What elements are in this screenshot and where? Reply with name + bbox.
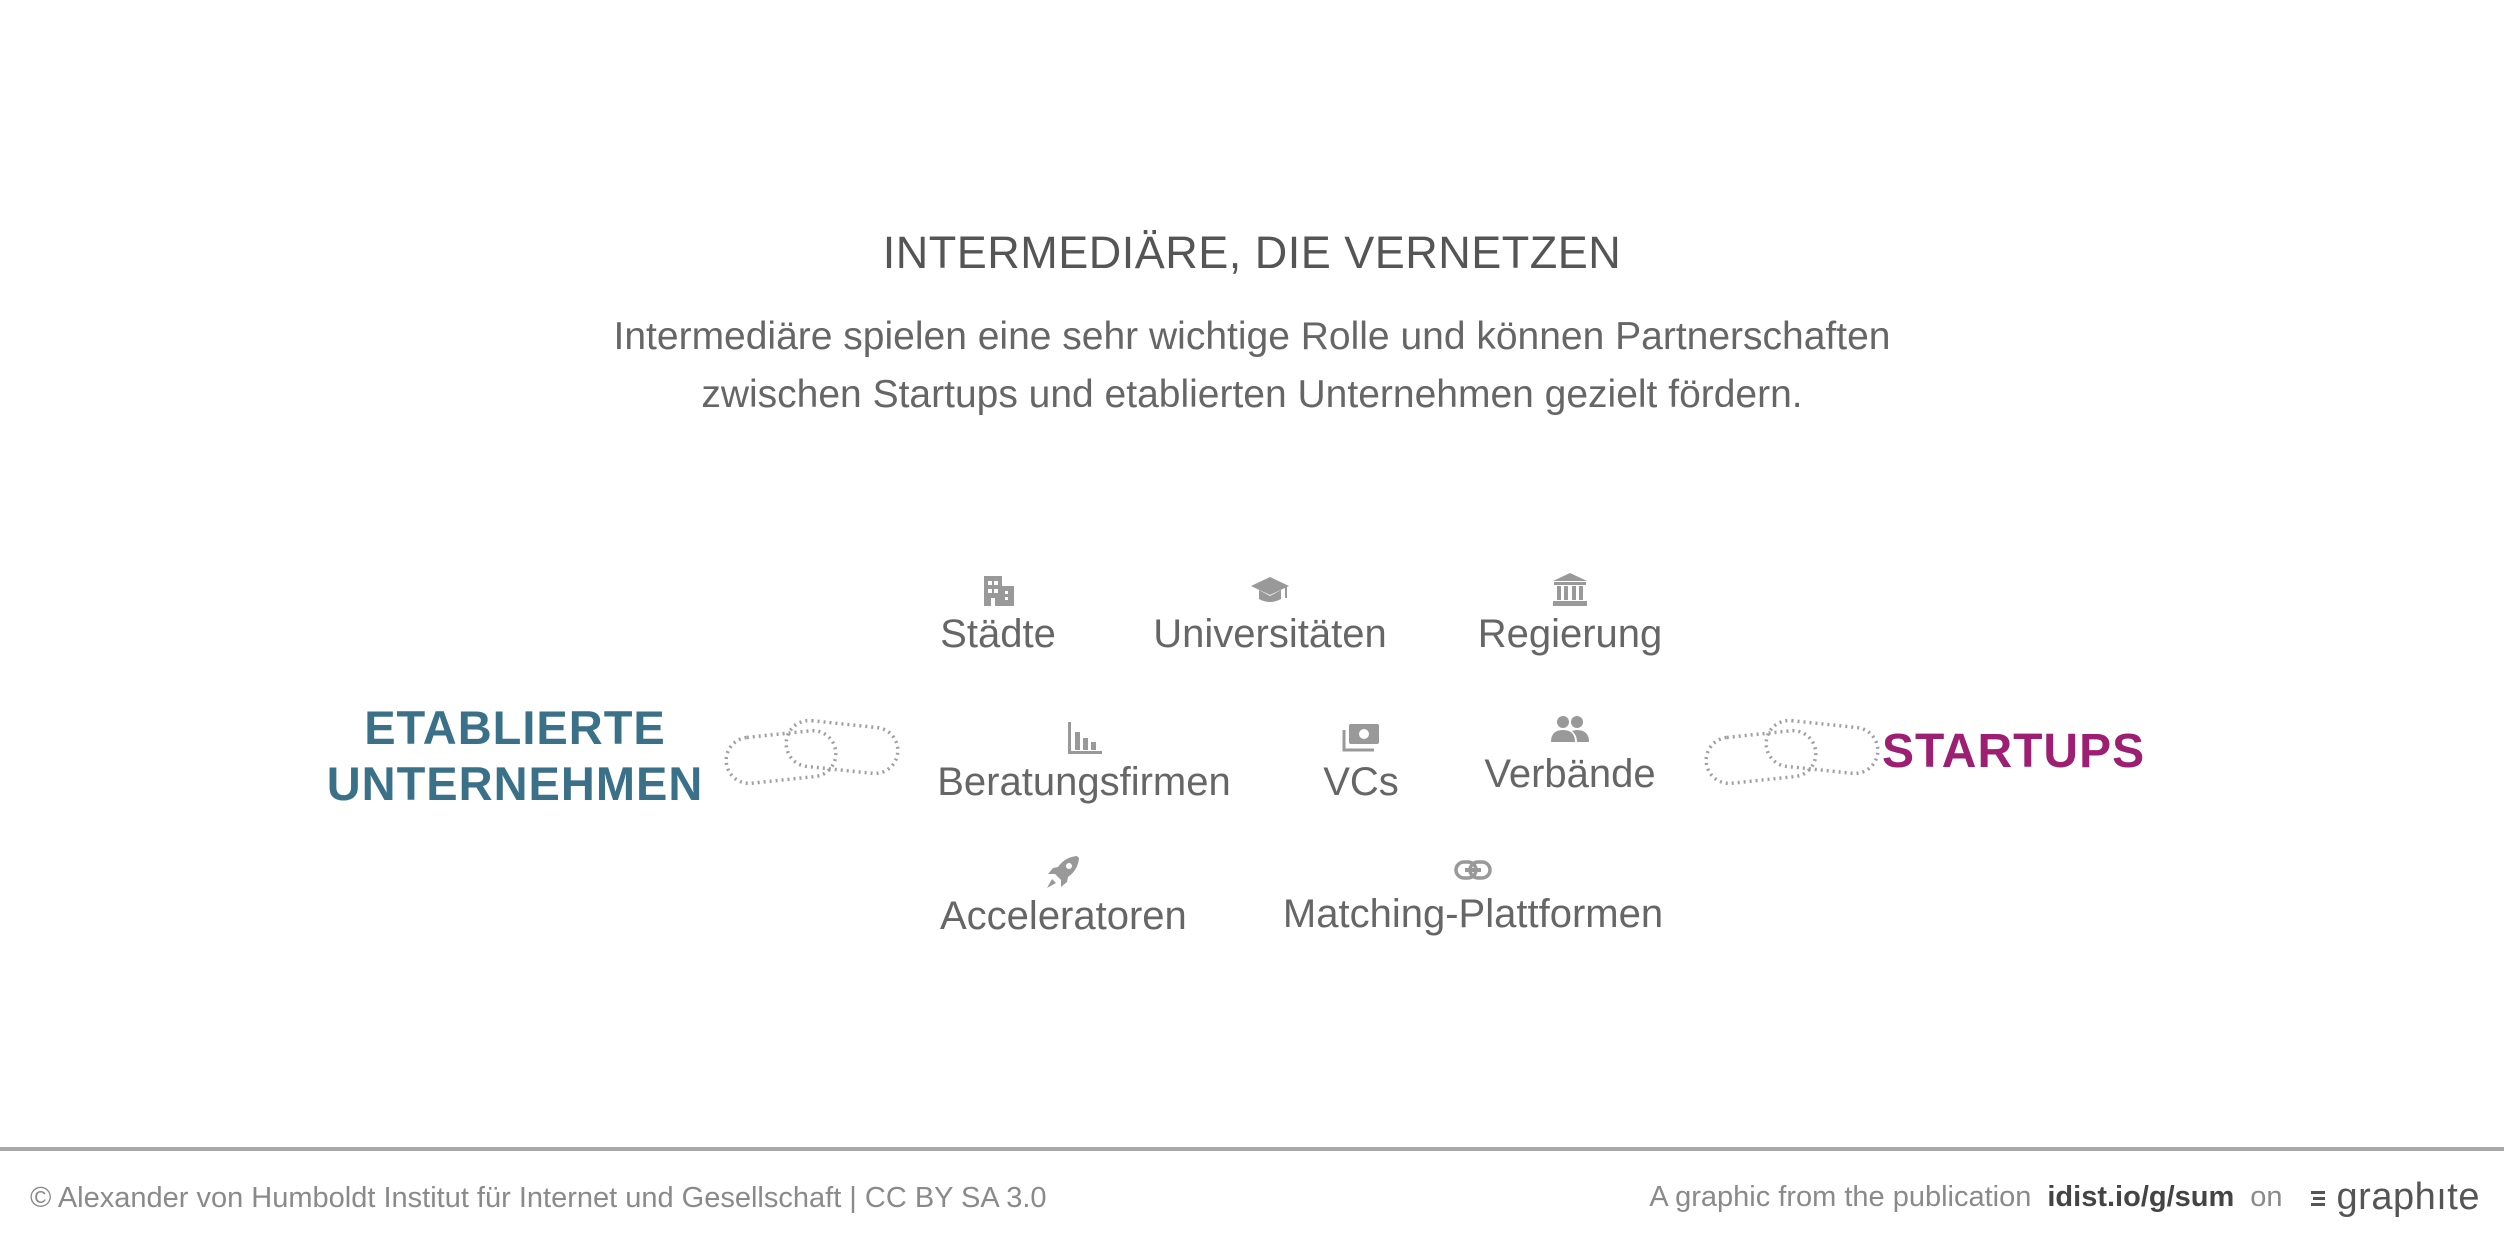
intermediary-label: Städte [940,612,1056,656]
publication-on-text: on [2250,1181,2283,1213]
chain-link-icon-left [724,718,900,786]
intermediary-label: Beratungsfirmen [937,760,1231,804]
intermediary-label: Universitäten [1153,612,1387,656]
intermediary-label: Matching-Plattformen [1282,892,1664,936]
publication-credit: A graphic from the publication idist.io/… [1649,1176,2480,1219]
bar-chart-icon [1068,722,1102,754]
copyright-notice: © Alexander von Humboldt Institut für In… [30,1182,1047,1214]
footer-divider [0,1147,2504,1151]
subtitle: Intermediäre spielen eine sehr wichtige … [452,308,2052,424]
publication-link[interactable]: idist.io/g/sum [2047,1181,2234,1214]
intermediary-government: Regierung [1470,570,1670,657]
intermediary-matching-platforms: Matching-Plattformen [1280,850,1666,937]
subtitle-line-1: Intermediäre spielen eine sehr wichtige … [613,315,1891,358]
rocket-icon [1047,856,1079,888]
people-icon [1551,716,1589,742]
graphite-logo-icon [2310,1190,2325,1206]
intermediary-consulting-firms: Beratungsfirmen [934,718,1234,805]
intermediary-accelerators: Acceleratoren [940,852,1187,939]
established-companies-line-1: ETABLIERTE [364,701,666,754]
link-icon [1454,860,1492,880]
intermediary-universities: Universitäten [1150,570,1390,657]
government-building-icon [1553,573,1587,606]
startups-label: STARTUPS [1882,725,2146,778]
intermediary-vcs: VCs [1306,718,1416,805]
graphite-logo[interactable]: graphıte [2310,1176,2480,1219]
intermediary-associations: Verbände [1470,710,1670,797]
intermediary-cities: Städte [918,570,1078,657]
established-companies-line-2: UNTERNEHMEN [326,757,704,810]
intermediary-label: Regierung [1477,612,1663,656]
page-title: INTERMEDIÄRE, DIE VERNETZEN [882,227,1622,278]
graduation-cap-icon [1251,577,1289,602]
intermediary-label: VCs [1323,760,1399,804]
subtitle-line-2: zwischen Startups und etablierten Untern… [701,373,1803,416]
graphite-logo-text: graphıte [2336,1176,2480,1218]
money-icon [1342,724,1379,752]
publication-prefix: A graphic from the publication [1649,1181,2032,1213]
chain-link-icon-right [1704,718,1880,786]
city-icon [984,576,1014,606]
intermediary-label: Verbände [1484,752,1656,796]
established-companies-label: ETABLIERTE UNTERNEHMEN [300,700,730,812]
intermediary-label: Acceleratoren [940,894,1187,938]
